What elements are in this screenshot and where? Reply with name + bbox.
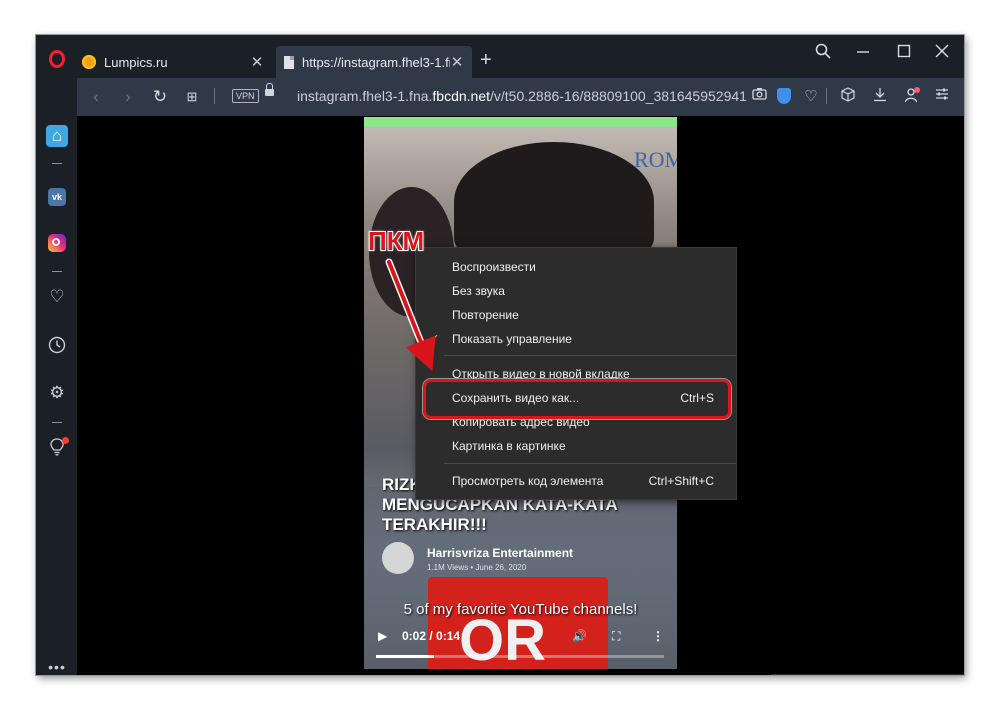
menu-item-play[interactable]: Воспроизвести (416, 256, 736, 278)
video-controls: ▶ 0:02 / 0:14 🔊 ⛶ ⋮ (364, 625, 677, 653)
video-progress-bar[interactable] (376, 655, 664, 658)
heart-icon[interactable]: ♡ (800, 87, 822, 105)
video-frame-hair (454, 142, 654, 262)
lock-icon[interactable] (265, 83, 274, 96)
menu-item-label: Воспроизвести (452, 260, 536, 274)
status-strip (771, 674, 964, 675)
tab-snapshot-icon[interactable]: ⊞ (181, 89, 203, 105)
vk-icon[interactable]: vk (48, 188, 66, 206)
video-progress-fill (376, 655, 434, 658)
url-field[interactable]: instagram.fhel3-1.fna.fbcdn.net/v/t50.28… (297, 88, 747, 104)
menu-item-label: Повторение (452, 308, 519, 322)
search-tabs-icon[interactable] (809, 43, 837, 64)
video-time: 0:02 / 0:14 (402, 629, 461, 643)
menu-item-label: Просмотреть код элемента (452, 474, 604, 488)
channel-avatar (382, 542, 414, 574)
play-icon[interactable]: ▶ (378, 629, 387, 643)
checkmark-icon: ✓ (430, 333, 440, 345)
menu-separator (444, 355, 736, 356)
url-prefix: instagram.fhel3-1.fna. (297, 88, 433, 104)
save-video-highlight-box (423, 379, 731, 419)
menu-item-label: Без звука (452, 284, 505, 298)
tab-bar: Lumpics.ru ✕ https://instagram.fhel3-1.f… (36, 35, 964, 78)
download-icon[interactable] (869, 87, 891, 106)
channel-name: Harrisvriza Entertainment (427, 546, 574, 560)
tab-title: https://instagram.fhel3-1.fna.fbcdn.net (302, 54, 450, 70)
menu-item-label: Картинка в картинке (452, 439, 566, 453)
sidebar-divider (52, 422, 62, 423)
easy-setup-icon[interactable] (931, 87, 953, 105)
address-bar: ‹ › ↻ ⊞ VPN instagram.fhel3-1.fna.fbcdn.… (77, 78, 964, 116)
sidebar-divider (52, 163, 62, 164)
vpn-badge[interactable]: VPN (232, 89, 259, 103)
reload-icon[interactable]: ↻ (149, 87, 171, 107)
close-tab-icon[interactable]: ✕ (450, 53, 464, 71)
tab-lumpics[interactable]: Lumpics.ru ✕ (82, 46, 272, 78)
volume-icon[interactable]: 🔊 (572, 629, 587, 643)
channel-meta: 1.1M Views • June 26, 2020 (427, 563, 527, 572)
instagram-icon[interactable] (48, 234, 66, 252)
toolbar-divider (826, 88, 827, 104)
new-tab-plus-icon[interactable]: + (480, 49, 492, 72)
menu-item-label: Показать управление (452, 332, 572, 346)
toolbar-divider (214, 88, 215, 104)
menu-item-mute[interactable]: Без звука (416, 280, 736, 302)
opera-logo-icon[interactable] (49, 50, 65, 68)
close-window-icon[interactable] (928, 43, 956, 64)
menu-separator (444, 463, 736, 464)
close-tab-icon[interactable]: ✕ (250, 53, 264, 71)
notification-dot (62, 437, 69, 444)
url-host: fbcdn.net (432, 88, 491, 104)
history-icon[interactable] (46, 336, 68, 358)
menu-item-picture-in-picture[interactable]: Картинка в картинке (416, 435, 736, 457)
home-icon[interactable]: ⌂ (46, 125, 68, 147)
back-icon[interactable]: ‹ (85, 87, 107, 107)
video-background-text: ROM (634, 147, 677, 172)
forward-icon[interactable]: › (117, 87, 139, 107)
tab-title: Lumpics.ru (104, 54, 168, 70)
url-path: /v/t50.2886-16/88809100_381645952941 (490, 88, 747, 104)
minimize-icon[interactable] (849, 43, 877, 64)
video-more-icon[interactable]: ⋮ (652, 629, 664, 643)
menu-item-inspect-element[interactable]: Просмотреть код элемента Ctrl+Shift+C (416, 470, 736, 492)
fullscreen-icon[interactable]: ⛶ (612, 629, 620, 644)
document-icon (284, 55, 294, 69)
sidebar-divider (52, 271, 62, 272)
profile-icon[interactable] (901, 87, 923, 107)
sidebar: ⌂ vk ♡ ⚙ ••• (36, 78, 77, 675)
cube-icon[interactable] (837, 87, 859, 106)
menu-item-shortcut: Ctrl+Shift+C (648, 474, 714, 488)
maximize-icon[interactable] (890, 43, 918, 64)
tab-instagram-video[interactable]: https://instagram.fhel3-1.fna.fbcdn.net … (276, 46, 472, 78)
right-click-annotation-label: ПКМ (367, 225, 425, 257)
heart-icon[interactable]: ♡ (46, 286, 68, 308)
settings-icon[interactable]: ⚙ (46, 382, 68, 404)
camera-icon[interactable] (748, 87, 770, 105)
menu-item-show-controls[interactable]: ✓ Показать управление (416, 328, 736, 350)
video-caption: 5 of my favorite YouTube channels! (403, 601, 638, 618)
video-top-strip (364, 117, 677, 127)
orange-favicon-icon (82, 55, 96, 69)
shield-icon[interactable] (777, 88, 791, 104)
context-menu: Воспроизвести Без звука Повторение ✓ Пок… (415, 247, 737, 500)
menu-item-loop[interactable]: Повторение (416, 304, 736, 326)
more-icon[interactable]: ••• (46, 656, 68, 675)
